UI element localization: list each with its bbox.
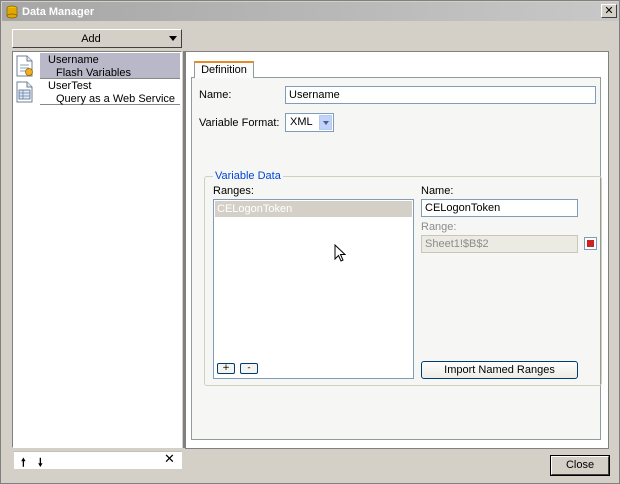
- list-item-text: Username Flash Variables: [40, 53, 180, 79]
- item-name: Username: [48, 54, 99, 66]
- variable-format-label: Variable Format:: [199, 117, 280, 129]
- move-up-icon[interactable]: 🠕: [21, 454, 26, 473]
- document-icon: [16, 55, 34, 77]
- definition-tab-body: Name: Username Variable Format: XML Vari…: [191, 77, 602, 440]
- range-label: Range:: [421, 221, 457, 233]
- data-manager-window: Data Manager ✕ Add Username Flash Variab…: [0, 0, 620, 484]
- item-type: Flash Variables: [56, 67, 131, 79]
- chevron-down-icon[interactable]: [319, 115, 332, 130]
- variable-data-group: Variable Data Ranges: CELogonToken + - N…: [204, 170, 602, 386]
- item-type: Query as a Web Service: [56, 93, 176, 105]
- add-button-label: Add: [81, 32, 101, 45]
- title-bar[interactable]: Data Manager ✕: [2, 2, 619, 21]
- list-item-text: UserTest Query as a Web Service: [40, 79, 180, 105]
- close-icon[interactable]: ✕: [601, 4, 617, 18]
- add-range-button[interactable]: +: [217, 363, 235, 374]
- tab-definition[interactable]: Definition: [194, 61, 254, 78]
- chevron-down-icon: [169, 36, 177, 41]
- range-name-field[interactable]: CELogonToken: [421, 199, 578, 217]
- database-icon: [5, 5, 19, 19]
- window-title: Data Manager: [22, 5, 95, 18]
- range-picker-icon[interactable]: [584, 237, 597, 250]
- add-connection-button[interactable]: Add: [12, 29, 182, 48]
- group-title: Variable Data: [213, 170, 283, 182]
- connections-panel: Add Username Flash Variables UserTest Qu…: [12, 29, 183, 469]
- item-name: UserTest: [48, 80, 92, 92]
- close-button[interactable]: Close: [550, 455, 610, 476]
- range-name-label: Name:: [421, 185, 454, 197]
- variable-format-select[interactable]: XML: [285, 113, 334, 132]
- properties-panel: Name: Username Variable Format: XML Vari…: [185, 51, 609, 449]
- move-down-icon[interactable]: 🠗: [38, 454, 43, 473]
- mouse-cursor-icon: [334, 244, 346, 262]
- variable-format-value: XML: [290, 116, 313, 128]
- connections-list[interactable]: Username Flash Variables UserTest Query …: [12, 51, 182, 469]
- list-item-usertest[interactable]: UserTest Query as a Web Service: [15, 79, 180, 105]
- list-item-username[interactable]: Username Flash Variables: [15, 53, 180, 79]
- range-field: Sheet1!$B$2: [421, 235, 578, 253]
- remove-range-button[interactable]: -: [240, 363, 258, 374]
- import-named-ranges-button[interactable]: Import Named Ranges: [421, 361, 578, 379]
- ranges-label: Ranges:: [213, 185, 254, 197]
- web-service-icon: [16, 81, 34, 103]
- list-toolbar: 🠕 🠗 ✕: [14, 451, 182, 469]
- ranges-list[interactable]: CELogonToken + -: [213, 199, 414, 379]
- delete-icon[interactable]: ✕: [164, 452, 175, 467]
- name-field[interactable]: Username: [285, 86, 596, 104]
- name-label: Name:: [199, 89, 232, 101]
- list-item[interactable]: CELogonToken: [215, 201, 412, 217]
